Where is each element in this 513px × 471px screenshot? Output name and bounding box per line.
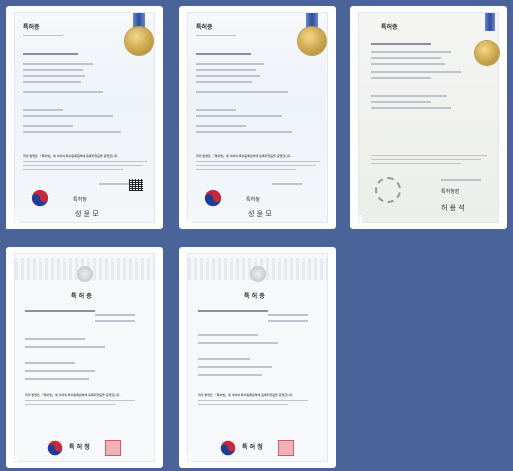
certificate-document: 특 허 증 위의 발명은 「특허법」에 의하여 특허등록원부에 등록되었음을 증…	[187, 253, 328, 462]
certificate-document: 특허증 위의 발명은 「특허법」에 의하여 특허등록원부에 등록되었음을 증명합…	[187, 12, 328, 223]
certificate-title: 특 허 증	[244, 293, 265, 300]
signature: 허 용 석	[441, 204, 465, 212]
red-stamp-icon	[105, 440, 121, 456]
certificate-number: 4	[12, 452, 20, 465]
certificate-title: 특허증	[381, 24, 398, 31]
certificate-title: 특 허 증	[71, 293, 92, 300]
certificate-document: 특허증 위의 발명은 「특허법」에 의하여 특허등록원부에 등록되었음을 증명합…	[14, 12, 155, 223]
qr-code-icon	[129, 179, 143, 191]
issuing-office: 특 허 청	[242, 444, 263, 451]
ribbon-icon	[485, 13, 495, 31]
certificate-body-text: 위의 발명은 「특허법」에 의하여 특허등록원부에 등록되었음을 증명합니다.	[196, 154, 292, 158]
official-seal-icon	[375, 177, 401, 203]
issuing-office: 특허청	[73, 197, 87, 203]
signature: 성 윤 모	[75, 210, 99, 218]
taegeuk-emblem-icon	[47, 440, 63, 456]
certificate-card-2[interactable]: 특허증 위의 발명은 「특허법」에 의하여 특허등록원부에 등록되었음을 증명합…	[179, 6, 336, 229]
issuing-office: 특허청장	[441, 189, 460, 195]
issuing-office: 특 허 청	[69, 444, 90, 451]
certificate-number: 1	[12, 213, 20, 226]
certificate-title: 특허증	[23, 24, 40, 31]
gold-medal-icon	[250, 266, 266, 282]
certificate-card-1[interactable]: 특허증 위의 발명은 「특허법」에 의하여 특허등록원부에 등록되었음을 증명합…	[6, 6, 163, 229]
certificate-card-5[interactable]: 특 허 증 위의 발명은 「특허법」에 의하여 특허등록원부에 등록되었음을 증…	[179, 247, 336, 468]
certificate-number: 2	[185, 213, 193, 226]
certificate-number: 3	[356, 213, 364, 226]
taegeuk-emblem-icon	[31, 189, 49, 207]
certificate-body-text: 위의 발명은 「특허법」에 의하여 특허등록원부에 등록되었음을 증명합니다.	[25, 393, 121, 397]
certificate-card-3[interactable]: 특허증 특허청장 허 용 석 3	[350, 6, 507, 229]
certificate-title: 특허증	[196, 24, 213, 31]
certificate-document: 특 허 증 위의 발명은 「특허법」에 의하여 특허등록원부에 등록되었음을 증…	[14, 253, 155, 462]
gold-medal-icon	[77, 266, 93, 282]
certificate-body-text: 위의 발명은 「특허법」에 의하여 특허등록원부에 등록되었음을 증명합니다.	[23, 154, 119, 158]
taegeuk-emblem-icon	[204, 189, 222, 207]
page: { "certificates": [ { "number": "1", "ti…	[0, 0, 513, 471]
gold-medal-icon	[298, 27, 326, 55]
certificate-number: 5	[185, 452, 193, 465]
gold-medal-icon	[125, 27, 153, 55]
signature: 성 윤 모	[248, 210, 272, 218]
issuing-office: 특허청	[246, 197, 260, 203]
certificate-body-text: 위의 발명은 「특허법」에 의하여 특허등록원부에 등록되었음을 증명합니다.	[198, 393, 294, 397]
gold-medal-icon	[475, 41, 499, 65]
certificate-card-4[interactable]: 특 허 증 위의 발명은 「특허법」에 의하여 특허등록원부에 등록되었음을 증…	[6, 247, 163, 468]
red-stamp-icon	[278, 440, 294, 456]
certificate-document: 특허증 특허청장 허 용 석	[358, 12, 499, 223]
taegeuk-emblem-icon	[220, 440, 236, 456]
